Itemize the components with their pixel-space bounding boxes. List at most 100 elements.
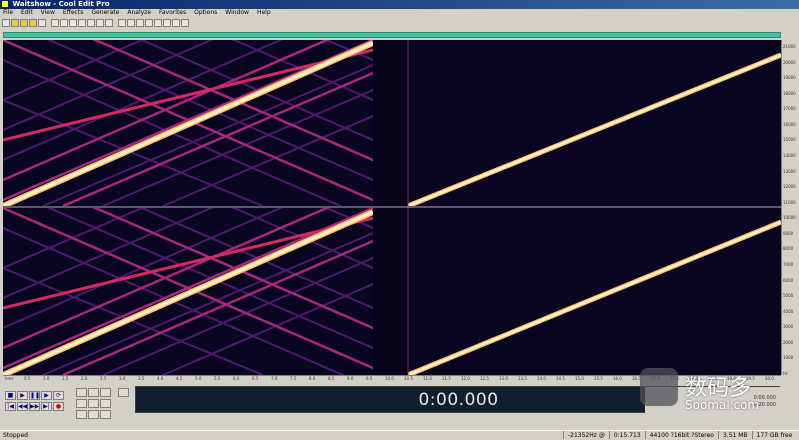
time-tick: 1.5 xyxy=(62,376,69,381)
zoom-in-horizontal-icon[interactable] xyxy=(76,388,87,397)
sel-begin: 0:00.000 xyxy=(753,395,776,401)
zoom-full-icon[interactable] xyxy=(100,388,111,397)
waveform-view-icon[interactable] xyxy=(118,18,126,27)
undo-icon[interactable] xyxy=(51,18,59,27)
menu-view[interactable]: View xyxy=(41,9,55,17)
time-tick: 12.5 xyxy=(480,376,489,381)
selection-view-panel: 0:00.000 0:20.000 xyxy=(645,387,780,413)
spectrogram xyxy=(3,40,781,375)
frequency-tick: 3000 xyxy=(783,324,794,330)
frequency-tick: 13000 xyxy=(783,168,796,174)
toggle-view-button[interactable] xyxy=(2,18,10,27)
scripts-icon[interactable] xyxy=(163,18,171,27)
time-tick: 14.5 xyxy=(556,376,565,381)
frequency-analysis-icon[interactable] xyxy=(145,18,153,27)
menu-analyze[interactable]: Analyze xyxy=(127,9,151,17)
save-file-icon[interactable] xyxy=(20,18,28,27)
go-to-end-button[interactable]: ▶| xyxy=(41,402,52,411)
settings-icon[interactable] xyxy=(136,18,144,27)
frequency-tick: 8000 xyxy=(783,246,794,252)
play-looped-button[interactable]: ▶ xyxy=(41,391,52,400)
frequency-tick: hz xyxy=(783,371,788,376)
copy-icon[interactable] xyxy=(78,18,86,27)
time-tick: 7.5 xyxy=(290,376,297,381)
time-ruler[interactable]: hms 0.5 1.0 1.5 2.0 2.5 3.0 3.5 4.0 4.5 5.0 5.5 6.0 6… xyxy=(3,375,781,383)
window-title: Waitshow - Cool Edit Pro xyxy=(12,0,110,8)
mix-paste-icon[interactable] xyxy=(96,18,104,27)
cut-icon[interactable] xyxy=(69,18,77,27)
menu-window[interactable]: Window xyxy=(225,9,249,17)
time-tick: 8.0 xyxy=(309,376,316,381)
zoom-in-vertical-icon[interactable] xyxy=(118,388,129,397)
help-icon[interactable] xyxy=(181,18,189,27)
stop-button[interactable]: ■ xyxy=(5,391,16,400)
waveform-overview-bar[interactable] xyxy=(3,32,781,38)
time-tick: 1.0 xyxy=(43,376,50,381)
frequency-tick: 12000 xyxy=(783,184,796,190)
zoom-out-full-icon[interactable] xyxy=(88,410,99,419)
title-bar: Waitshow - Cool Edit Pro xyxy=(0,0,799,9)
zoom-to-right-icon[interactable] xyxy=(88,399,99,408)
frequency-tick: 9000 xyxy=(783,230,794,236)
spectral-view-icon[interactable] xyxy=(127,18,135,27)
zoom-to-left-icon[interactable] xyxy=(76,399,87,408)
time-tick: 13.0 xyxy=(499,376,508,381)
left-channel-clean-sweep xyxy=(408,52,781,206)
close-file-icon[interactable] xyxy=(38,18,46,27)
frequency-tick: 5000 xyxy=(783,293,794,299)
menu-edit[interactable]: Edit xyxy=(21,9,33,17)
time-tick: 2.0 xyxy=(81,376,88,381)
time-tick: 8.5 xyxy=(328,376,335,381)
time-tick: 15.0 xyxy=(575,376,584,381)
time-tick: 12.0 xyxy=(461,376,470,381)
status-format: 44100 ?16bit ?Stereo xyxy=(644,431,718,439)
zoom-out-horizontal-icon[interactable] xyxy=(88,388,99,397)
frequency-tick: 15000 xyxy=(783,137,796,143)
zoom-out-vertical-icon[interactable] xyxy=(100,410,111,419)
trim-icon[interactable] xyxy=(105,18,113,27)
time-tick: 10.0 xyxy=(385,376,394,381)
time-tick: 16.5 xyxy=(632,376,641,381)
menu-favorites[interactable]: Favorites xyxy=(159,9,186,17)
loop-button[interactable]: ⟳ xyxy=(53,391,64,400)
menu-help[interactable]: Help xyxy=(257,9,271,17)
menu-options[interactable]: Options xyxy=(194,9,217,17)
frequency-tick: 17000 xyxy=(783,106,796,112)
time-tick: 11.5 xyxy=(442,376,451,381)
time-tick: 14.0 xyxy=(537,376,546,381)
frequency-tick: 4000 xyxy=(783,308,794,314)
status-cursor-time: 0:15.713 xyxy=(608,431,645,439)
time-tick: 4.0 xyxy=(157,376,164,381)
rewind-button[interactable]: ◀◀ xyxy=(17,402,28,411)
zoom-selection-icon[interactable] xyxy=(100,399,111,408)
menu-generate[interactable]: Generate xyxy=(91,9,119,17)
time-tick: 4.5 xyxy=(176,376,183,381)
spectral-display[interactable] xyxy=(3,40,781,375)
pause-button[interactable]: ❚❚ xyxy=(29,391,40,400)
time-tick: 18.5 xyxy=(708,376,717,381)
app-icon xyxy=(2,1,8,7)
paste-icon[interactable] xyxy=(87,18,95,27)
redo-icon[interactable] xyxy=(60,18,68,27)
cue-list-icon[interactable] xyxy=(172,18,180,27)
open-file-icon[interactable] xyxy=(11,18,19,27)
time-tick: 2.5 xyxy=(100,376,107,381)
cd-player-icon[interactable] xyxy=(154,18,162,27)
time-tick: hms xyxy=(5,376,14,381)
time-tick: 19.0 xyxy=(727,376,736,381)
frequency-tick: 10000 xyxy=(783,215,796,221)
append-file-icon[interactable] xyxy=(29,18,37,27)
zoom-in-selection-icon[interactable] xyxy=(76,410,87,419)
time-tick: 6.0 xyxy=(233,376,240,381)
status-state: Stopped xyxy=(3,432,28,439)
menu-file[interactable]: File xyxy=(3,9,13,17)
status-cursor-freq: -21352Hz @ xyxy=(563,431,609,439)
play-button[interactable]: ▶ xyxy=(17,391,28,400)
menu-effects[interactable]: Effects xyxy=(63,9,83,17)
frequency-tick: 18000 xyxy=(783,90,796,96)
go-to-start-button[interactable]: |◀ xyxy=(5,402,16,411)
record-button[interactable]: ● xyxy=(53,402,64,411)
fast-forward-button[interactable]: ▶▶ xyxy=(29,402,40,411)
time-tick: 7.0 xyxy=(271,376,278,381)
transport-controls: ■ ▶ ❚❚ ▶ ⟳ |◀ ◀◀ ▶▶ ▶| ● xyxy=(3,387,133,432)
